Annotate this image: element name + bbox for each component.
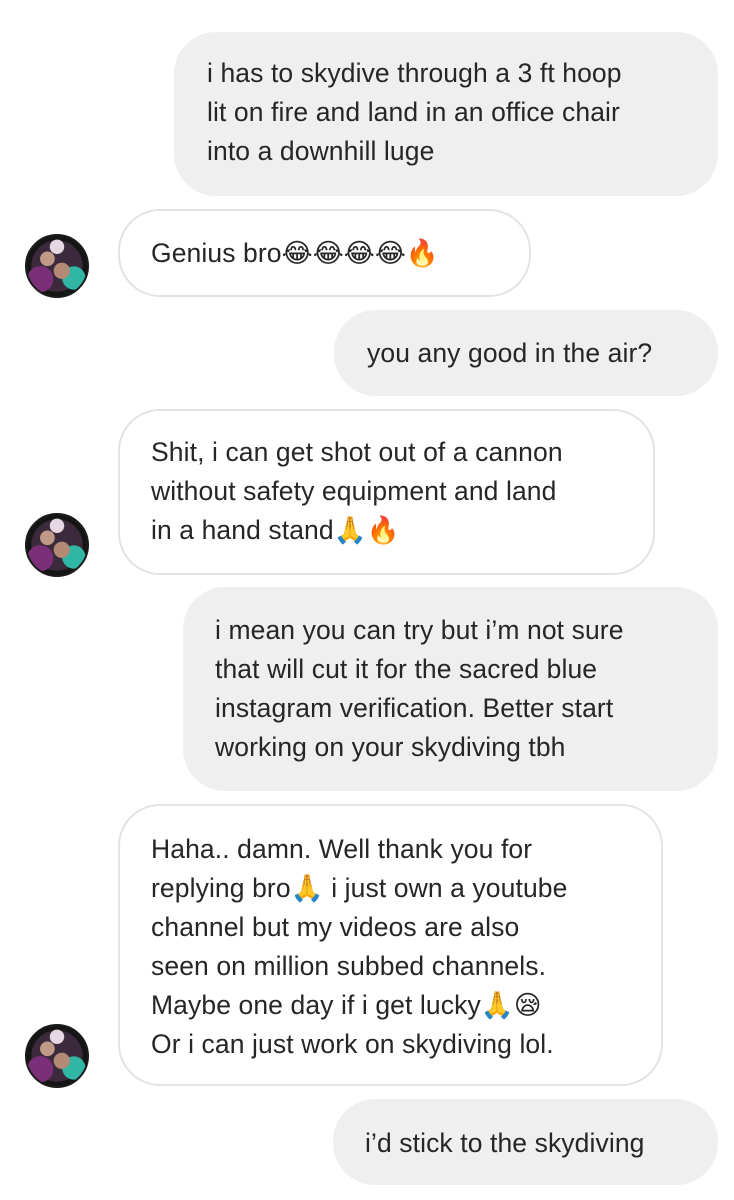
message-thread[interactable]: i has to skydive through a 3 ft hoop lit… (0, 0, 734, 1200)
sent-message-bubble[interactable]: i’d stick to the skydiving (333, 1099, 718, 1185)
sent-message-bubble[interactable]: you any good in the air? (334, 310, 718, 396)
sent-message-bubble[interactable]: i has to skydive through a 3 ft hoop lit… (174, 32, 718, 196)
contact-avatar[interactable] (25, 513, 89, 577)
received-message-bubble[interactable]: Haha.. damn. Well thank you for replying… (118, 804, 663, 1086)
sent-message-bubble[interactable]: i mean you can try but i’m not sure that… (183, 587, 718, 791)
received-message-bubble[interactable]: Shit, i can get shot out of a cannon wit… (118, 409, 655, 575)
contact-avatar[interactable] (25, 234, 89, 298)
contact-avatar[interactable] (25, 1024, 89, 1088)
received-message-bubble[interactable]: Genius bro😂😂😂😂🔥 (118, 209, 531, 297)
